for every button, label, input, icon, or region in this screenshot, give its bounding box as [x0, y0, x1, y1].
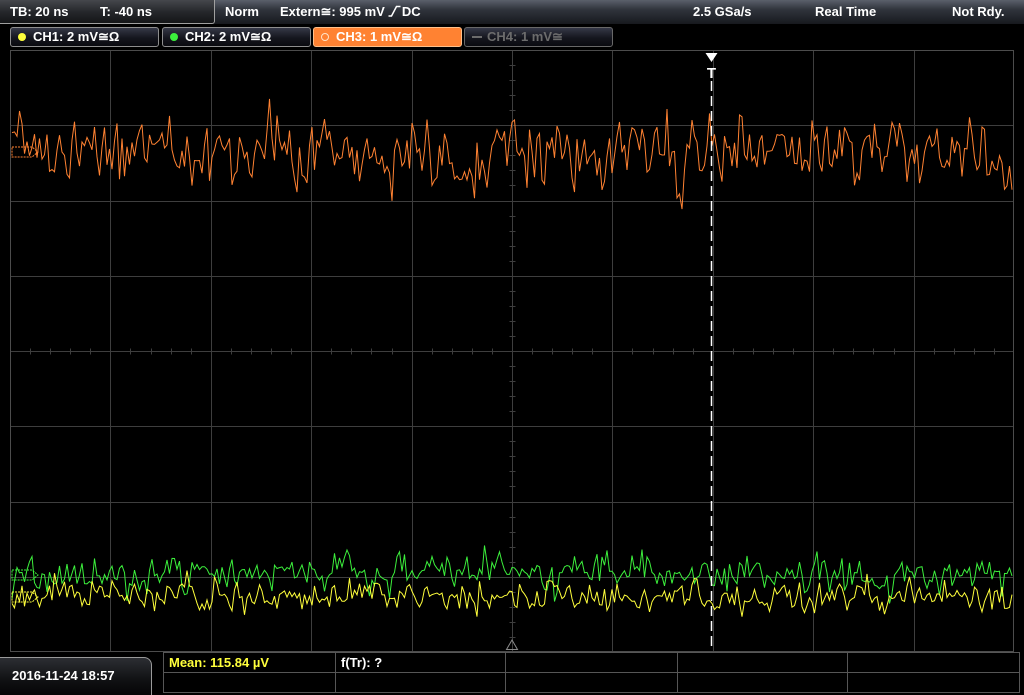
frequency-measurement: f(Tr): ? — [341, 655, 383, 670]
tab-ch3[interactable]: CH3: 1 mV≅Ω — [313, 27, 462, 47]
measurement-cell: Mean: 115.84 µV — [163, 652, 335, 672]
channel-tab-bar: CH1: 2 mV≅Ω CH2: 2 mV≅Ω CH3: 1 mV≅Ω CH4:… — [0, 27, 1024, 47]
mean-measurement: Mean: 115.84 µV — [169, 655, 269, 670]
measurement-cell — [505, 672, 677, 692]
status-bar: TB: 20 ns T: -40 ns Norm Extern≅: 995 mV… — [0, 0, 1024, 24]
tab-ch1[interactable]: CH1: 2 mV≅Ω — [10, 27, 159, 47]
tab-ch4-label: CH4: 1 mV≅ — [487, 29, 563, 44]
filled-dot-icon — [18, 33, 26, 41]
graticule-grid — [10, 50, 1014, 652]
trigger-arrow-icon — [705, 53, 718, 62]
dash-icon — [472, 36, 482, 38]
acquisition-mode-readout: Real Time — [815, 4, 877, 19]
sample-rate-readout: 2.5 GSa/s — [693, 4, 752, 19]
measurement-cell — [677, 652, 847, 672]
measurement-cell — [163, 672, 335, 692]
filled-dot-icon — [170, 33, 178, 41]
tab-ch4[interactable]: CH4: 1 mV≅ — [464, 27, 613, 47]
trigger-time-readout: T: -40 ns — [100, 4, 153, 19]
trigger-mode-readout: Norm — [225, 4, 259, 19]
trigger-coupling-text: DC — [401, 4, 421, 19]
tab-ch2-label: CH2: 2 mV≅Ω — [185, 29, 272, 44]
measurement-cell — [847, 672, 1019, 692]
timebase-panel[interactable]: TB: 20 ns T: -40 ns — [0, 0, 215, 24]
measurement-cell — [505, 652, 677, 672]
datetime-panel: 2016-11-24 18:57 — [0, 657, 152, 695]
waveform-display: T — [10, 50, 1014, 652]
measurement-table: Mean: 115.84 µV f(Tr): ? — [163, 652, 1020, 693]
measurement-cell: f(Tr): ? — [335, 652, 505, 672]
ring-icon — [321, 33, 329, 41]
timebase-readout: TB: 20 ns — [10, 4, 69, 19]
trigger-source-readout: Extern≅: 995 mV DC — [280, 0, 421, 23]
datetime-readout: 2016-11-24 18:57 — [12, 668, 115, 683]
trigger-marker-label: T — [707, 65, 716, 82]
measurement-cell — [847, 652, 1019, 672]
trigger-status-readout: Not Rdy. — [952, 4, 1005, 19]
measurement-cell — [335, 672, 505, 692]
rising-edge-icon — [388, 5, 401, 17]
measurement-cell — [677, 672, 847, 692]
tab-ch1-label: CH1: 2 mV≅Ω — [33, 29, 120, 44]
tab-ch2[interactable]: CH2: 2 mV≅Ω — [162, 27, 311, 47]
tab-ch3-label: CH3: 1 mV≅Ω — [336, 29, 423, 44]
trigger-source-text: Extern≅: 995 mV — [280, 4, 385, 19]
